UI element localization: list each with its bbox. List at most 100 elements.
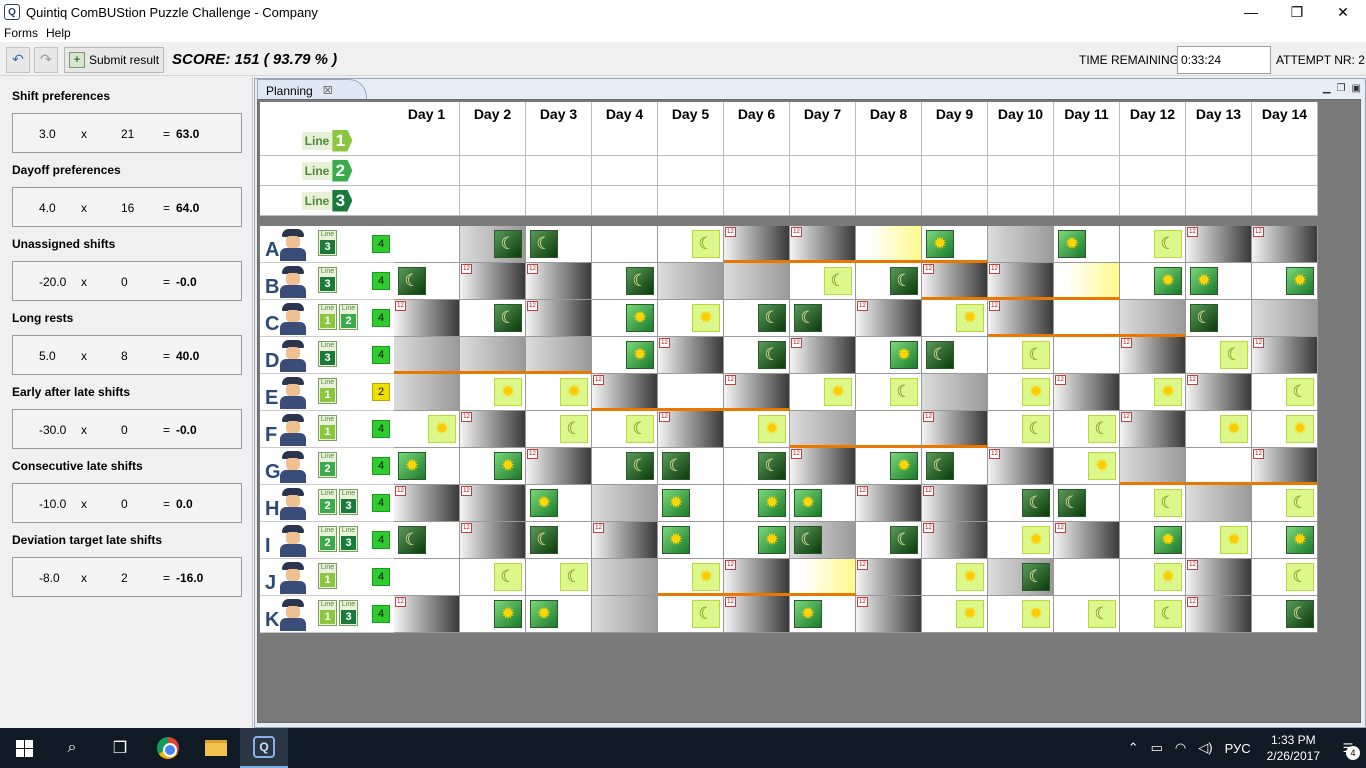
late-shift-icon[interactable]: ☾ [1022, 415, 1050, 443]
late-shift-icon[interactable]: ☾ [692, 600, 720, 628]
line-day-cell[interactable] [790, 126, 856, 156]
late-shift-icon[interactable]: ☾ [1022, 563, 1050, 591]
schedule-cell[interactable]: ✹ [724, 485, 790, 522]
late-shift-icon[interactable]: ☾ [530, 526, 558, 554]
schedule-cell[interactable]: ✹ [988, 522, 1054, 559]
explorer-taskbar-button[interactable] [192, 728, 240, 768]
early-shift-icon[interactable]: ✹ [1154, 563, 1182, 591]
late-shift-icon[interactable]: ☾ [1154, 489, 1182, 517]
early-shift-icon[interactable]: ✹ [758, 415, 786, 443]
early-shift-icon[interactable]: ✹ [956, 304, 984, 332]
early-shift-icon[interactable]: ✹ [1286, 267, 1314, 295]
late-shift-icon[interactable]: ☾ [1154, 600, 1182, 628]
schedule-cell[interactable]: 12 [790, 226, 856, 263]
late-shift-icon[interactable]: ☾ [1022, 341, 1050, 369]
early-shift-icon[interactable]: ✹ [626, 304, 654, 332]
early-shift-icon[interactable]: ✹ [1022, 600, 1050, 628]
late-shift-icon[interactable]: ☾ [890, 267, 918, 295]
employee-label[interactable]: H Line 2 Line 3 4 [260, 485, 394, 522]
schedule-cell[interactable]: ✹ [1186, 522, 1252, 559]
schedule-cell[interactable]: ☾ [394, 522, 460, 559]
schedule-cell[interactable]: ☾ [526, 411, 592, 448]
schedule-cell[interactable]: ☾ [1252, 559, 1318, 596]
schedule-cell[interactable]: ☾ [658, 226, 724, 263]
schedule-cell[interactable]: 12 [790, 448, 856, 485]
schedule-cell[interactable]: 12 [526, 448, 592, 485]
schedule-cell[interactable]: 12 [658, 411, 724, 448]
submit-result-button[interactable]: + Submit result [64, 46, 165, 73]
undo-button[interactable]: ↶ [6, 46, 30, 73]
schedule-cell[interactable]: ☾ [394, 263, 460, 300]
schedule-cell[interactable]: 12 [460, 263, 526, 300]
schedule-cell[interactable]: 12 [1252, 448, 1318, 485]
task-view-button[interactable]: ❒ [96, 728, 144, 768]
late-shift-icon[interactable]: ☾ [560, 415, 588, 443]
schedule-cell[interactable] [790, 411, 856, 448]
schedule-cell[interactable]: ✹ [1186, 263, 1252, 300]
late-shift-icon[interactable]: ☾ [890, 378, 918, 406]
schedule-cell[interactable]: 12 [790, 337, 856, 374]
line-day-cell[interactable] [922, 186, 988, 216]
schedule-cell[interactable]: ✹ [460, 374, 526, 411]
late-shift-icon[interactable]: ☾ [794, 526, 822, 554]
schedule-cell[interactable]: ☾ [526, 559, 592, 596]
early-shift-icon[interactable]: ✹ [626, 341, 654, 369]
quintiq-taskbar-button[interactable]: Q [240, 728, 288, 768]
late-shift-icon[interactable]: ☾ [758, 341, 786, 369]
schedule-cell[interactable] [1054, 300, 1120, 337]
line-day-cell[interactable] [460, 126, 526, 156]
late-shift-icon[interactable]: ☾ [758, 304, 786, 332]
schedule-cell[interactable]: ✹ [724, 522, 790, 559]
wifi-icon[interactable]: ◠ [1175, 740, 1186, 756]
late-shift-icon[interactable]: ☾ [494, 304, 522, 332]
late-shift-icon[interactable]: ☾ [758, 452, 786, 480]
panel-minimize-icon[interactable]: ▁ [1323, 83, 1331, 94]
redo-button[interactable]: ↷ [34, 46, 58, 73]
schedule-cell[interactable]: 12 [856, 596, 922, 633]
schedule-cell[interactable]: ☾ [526, 522, 592, 559]
schedule-cell[interactable]: 12 [526, 263, 592, 300]
early-shift-icon[interactable]: ✹ [794, 489, 822, 517]
schedule-cell[interactable]: ✹ [394, 411, 460, 448]
late-shift-icon[interactable]: ☾ [1022, 489, 1050, 517]
schedule-cell[interactable]: ☾ [1120, 485, 1186, 522]
employee-label[interactable]: G Line 2 4 [260, 448, 394, 485]
schedule-cell[interactable]: ✹ [1252, 411, 1318, 448]
early-shift-icon[interactable]: ✹ [428, 415, 456, 443]
schedule-cell[interactable] [1054, 559, 1120, 596]
late-shift-icon[interactable]: ☾ [1286, 378, 1314, 406]
battery-icon[interactable]: ▭ [1151, 740, 1163, 756]
line-day-cell[interactable] [658, 126, 724, 156]
late-shift-icon[interactable]: ☾ [1286, 489, 1314, 517]
schedule-cell[interactable]: ✹ [1054, 226, 1120, 263]
line-day-cell[interactable] [592, 186, 658, 216]
schedule-cell[interactable]: ☾ [1252, 596, 1318, 633]
schedule-cell[interactable]: 12 [1186, 559, 1252, 596]
early-shift-icon[interactable]: ✹ [926, 230, 954, 258]
schedule-cell[interactable]: ☾ [988, 559, 1054, 596]
employee-label[interactable]: F Line 1 4 [260, 411, 394, 448]
schedule-cell[interactable] [592, 485, 658, 522]
schedule-cell[interactable] [988, 226, 1054, 263]
line-day-cell[interactable] [790, 186, 856, 216]
schedule-cell[interactable]: 12 [922, 411, 988, 448]
schedule-cell[interactable]: 12 [592, 522, 658, 559]
late-shift-icon[interactable]: ☾ [890, 526, 918, 554]
schedule-cell[interactable]: ☾ [592, 448, 658, 485]
schedule-cell[interactable]: ☾ [856, 522, 922, 559]
schedule-cell[interactable]: ✹ [1252, 522, 1318, 559]
schedule-cell[interactable]: ✹ [526, 485, 592, 522]
schedule-cell[interactable]: 12 [988, 448, 1054, 485]
time-remaining-field[interactable] [1177, 46, 1271, 74]
start-button[interactable] [0, 728, 48, 768]
line-day-cell[interactable] [592, 126, 658, 156]
schedule-cell[interactable] [658, 374, 724, 411]
schedule-cell[interactable]: ✹ [790, 374, 856, 411]
line-day-cell[interactable] [1120, 126, 1186, 156]
late-shift-icon[interactable]: ☾ [494, 563, 522, 591]
line-day-cell[interactable] [658, 186, 724, 216]
schedule-cell[interactable] [1252, 300, 1318, 337]
schedule-cell[interactable] [1054, 263, 1120, 300]
early-shift-icon[interactable]: ✹ [890, 341, 918, 369]
employee-label[interactable]: I Line 2 Line 3 4 [260, 522, 394, 559]
